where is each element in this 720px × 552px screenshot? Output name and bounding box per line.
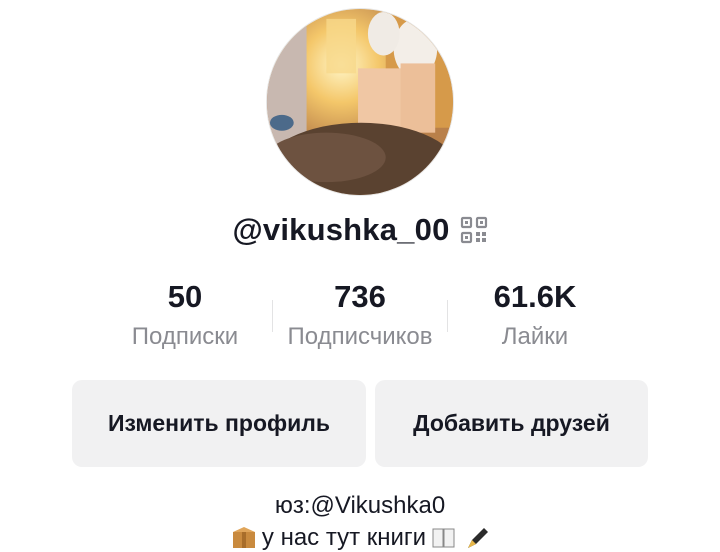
package-icon [232, 527, 255, 548]
likes-stat[interactable]: 61.6K Лайки [448, 278, 622, 352]
following-count: 50 [167, 279, 203, 314]
edit-profile-button[interactable]: Изменить профиль [72, 380, 366, 467]
following-stat[interactable]: 50 Подписки [98, 278, 272, 352]
profile-stats: 50 Подписки 736 Подписчиков 61.6K Лайки [98, 278, 622, 358]
bio-line-2: у нас тут книги [0, 524, 720, 552]
likes-label: Лайки [501, 323, 569, 350]
bio-line-2-text: у нас тут книги [261, 524, 427, 551]
book-icon [432, 528, 455, 548]
followers-label: Подписчиков [287, 323, 433, 350]
username: @vikushka_00 [232, 212, 450, 247]
likes-count: 61.6K [493, 279, 577, 314]
profile-avatar[interactable] [266, 8, 454, 196]
avatar-photo [267, 9, 453, 195]
followers-stat[interactable]: 736 Подписчиков [273, 278, 447, 352]
pen-icon [468, 528, 489, 548]
followers-count: 736 [334, 279, 386, 314]
following-label: Подписки [131, 323, 239, 350]
add-friends-button[interactable]: Добавить друзей [375, 380, 648, 467]
bio-line-1: юз:@Vikushka0 [274, 492, 446, 519]
qr-code-icon[interactable] [460, 216, 488, 244]
